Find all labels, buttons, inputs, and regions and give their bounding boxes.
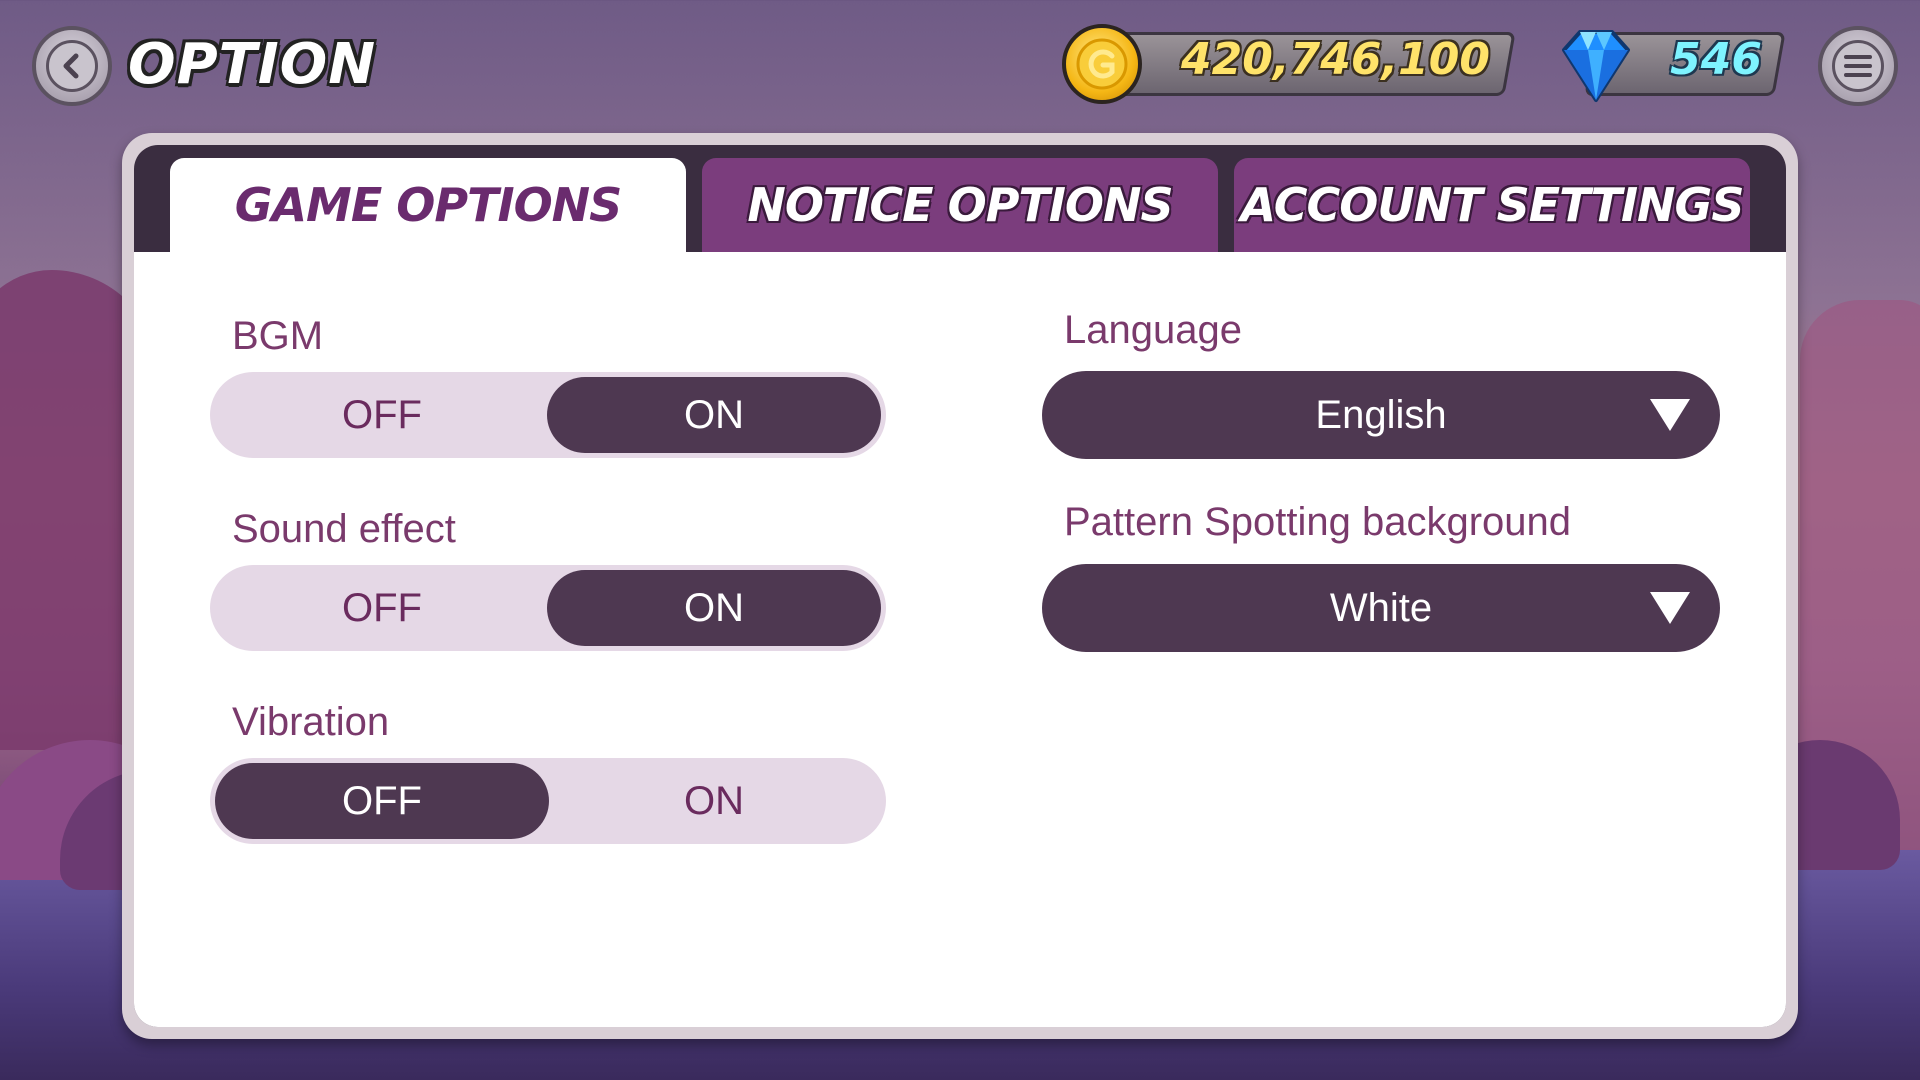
- gem-amount: 546: [1670, 34, 1762, 85]
- language-label: Language: [1064, 308, 1242, 352]
- tab-game-options[interactable]: GAME OPTIONS: [170, 158, 686, 252]
- chevron-left-icon: [63, 53, 79, 79]
- bgm-on-option[interactable]: ON: [547, 377, 881, 453]
- sound-effect-toggle: OFF ON: [210, 565, 886, 651]
- bgm-toggle: OFF ON: [210, 372, 886, 458]
- sound-effect-off-option[interactable]: OFF: [215, 570, 549, 646]
- page-title: OPTION: [128, 32, 377, 97]
- sound-effect-on-option[interactable]: ON: [547, 570, 881, 646]
- language-dropdown[interactable]: English: [1042, 371, 1720, 459]
- pattern-background-label: Pattern Spotting background: [1064, 500, 1572, 544]
- bgm-label: BGM: [232, 314, 324, 358]
- gold-amount: 420,746,100: [1181, 34, 1490, 85]
- gold-coin-icon: [1062, 24, 1142, 104]
- back-button[interactable]: [32, 26, 112, 106]
- pattern-background-dropdown[interactable]: White: [1042, 564, 1720, 652]
- language-value: English: [1315, 392, 1447, 437]
- vibration-label: Vibration: [232, 700, 390, 744]
- vibration-toggle: OFF ON: [210, 758, 886, 844]
- background-tree-right: [1800, 300, 1920, 860]
- bgm-off-option[interactable]: OFF: [215, 377, 549, 453]
- vibration-off-option[interactable]: OFF: [215, 763, 549, 839]
- sound-effect-label: Sound effect: [232, 507, 456, 551]
- pattern-background-value: White: [1329, 585, 1433, 630]
- diamond-icon: [1562, 30, 1630, 102]
- hamburger-menu-icon: [1832, 40, 1884, 92]
- triangle-down-icon: [1650, 592, 1690, 624]
- vibration-on-option[interactable]: ON: [547, 763, 881, 839]
- triangle-down-icon: [1650, 399, 1690, 431]
- tab-notice-options[interactable]: NOTICE OPTIONS: [702, 158, 1218, 252]
- menu-button[interactable]: [1818, 26, 1898, 106]
- tab-account-settings[interactable]: ACCOUNT SETTINGS: [1234, 158, 1750, 252]
